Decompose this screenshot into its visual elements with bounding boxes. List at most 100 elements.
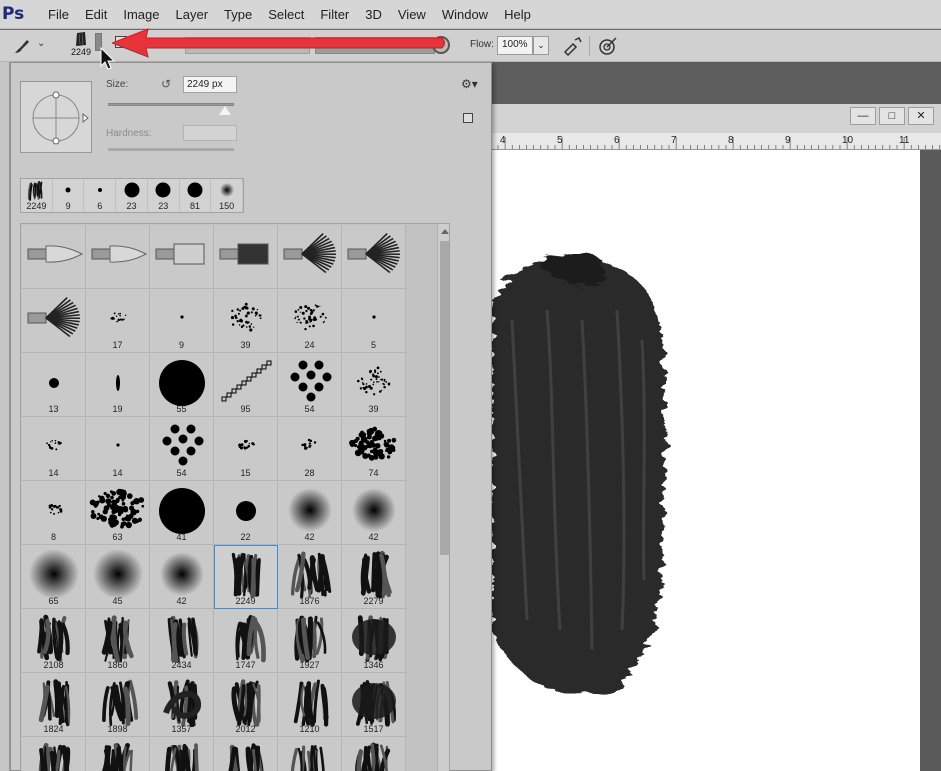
recent-brush-item[interactable]: 23 (116, 179, 148, 212)
recent-brush-item[interactable]: 2249 (21, 179, 53, 212)
chevron-down-icon[interactable]: ⌄ (37, 38, 45, 49)
brush-preset-item[interactable]: 1747 (214, 609, 278, 673)
brush-preset-item[interactable]: 24 (278, 289, 342, 353)
menu-file[interactable]: File (40, 7, 77, 22)
ruler-label: 11 (899, 135, 910, 146)
brush-thumbnail (290, 360, 332, 402)
brush-preset-item[interactable] (150, 225, 214, 289)
minimize-button[interactable]: — (850, 107, 876, 125)
brush-preset-item[interactable] (22, 225, 86, 289)
brush-preset-item[interactable]: 14 (86, 417, 150, 481)
brush-preset-item[interactable]: 22 (214, 481, 278, 545)
brush-preset-item[interactable]: 42 (150, 545, 214, 609)
brush-preset-item[interactable]: 74 (342, 417, 406, 481)
recent-brush-item[interactable]: 81 (180, 179, 212, 212)
scrollbar[interactable] (437, 224, 449, 771)
brush-preset-item[interactable]: 9 (150, 289, 214, 353)
menu-window[interactable]: Window (434, 7, 496, 22)
brush-preset-item[interactable] (22, 289, 86, 353)
brush-preset-item[interactable]: 65 (22, 545, 86, 609)
size-slider-thumb[interactable] (219, 106, 232, 115)
brush-preset-item[interactable]: 17 (86, 289, 150, 353)
brush-preset-item[interactable]: 2012 (214, 673, 278, 737)
brush-preset-item[interactable]: 13 (22, 353, 86, 417)
scroll-up-icon[interactable] (441, 229, 449, 234)
menu-select[interactable]: Select (260, 7, 312, 22)
brush-preset-item[interactable]: 39 (214, 289, 278, 353)
menu-layer[interactable]: Layer (168, 7, 217, 22)
menu-view[interactable]: View (390, 7, 434, 22)
hardness-input[interactable] (183, 125, 237, 141)
brush-preset-item[interactable]: 28 (278, 417, 342, 481)
brush-size-label: 1747 (235, 660, 256, 670)
brush-preset-item[interactable]: 15 (214, 417, 278, 481)
brush-preset-picker-button[interactable]: 2249 (68, 31, 94, 61)
brush-preset-item[interactable] (278, 225, 342, 289)
brush-preset-item[interactable]: 1898 (86, 673, 150, 737)
brush-preset-item[interactable] (278, 737, 342, 771)
menu-filter[interactable]: Filter (312, 7, 357, 22)
brush-preset-item[interactable]: 45 (86, 545, 150, 609)
menu-image[interactable]: Image (115, 7, 167, 22)
brush-preset-item[interactable]: 42 (278, 481, 342, 545)
brush-preset-item[interactable] (214, 737, 278, 771)
brush-preset-item[interactable] (214, 225, 278, 289)
size-input[interactable]: 2249 px (183, 76, 237, 93)
size-slider-track[interactable] (108, 103, 234, 106)
recent-brush-item[interactable]: 150 (211, 179, 244, 212)
document-window: — □ ✕ 4 5 6 7 8 9 10 11 (492, 104, 941, 771)
brush-preset-item[interactable] (86, 225, 150, 289)
brush-preset-item[interactable]: 5 (342, 289, 406, 353)
brush-preset-item[interactable]: 1357 (150, 673, 214, 737)
new-preset-icon[interactable] (463, 113, 473, 123)
gear-icon[interactable]: ⚙▾ (461, 77, 478, 91)
menu-type[interactable]: Type (216, 7, 260, 22)
brush-preset-item[interactable] (342, 225, 406, 289)
brush-preset-item[interactable]: 2434 (150, 609, 214, 673)
brush-preset-item[interactable]: 1876 (278, 545, 342, 609)
recent-brush-item[interactable]: 6 (84, 179, 117, 212)
brush-preset-item[interactable]: 55 (150, 353, 214, 417)
brush-tool-icon[interactable] (12, 37, 32, 55)
scrollbar-thumb[interactable] (440, 241, 449, 555)
brush-preset-item[interactable]: 39 (342, 353, 406, 417)
brush-preset-item[interactable] (342, 737, 406, 771)
chevron-down-icon[interactable]: ⌄ (533, 36, 549, 55)
document-canvas[interactable] (492, 150, 920, 771)
brush-preset-item[interactable]: 41 (150, 481, 214, 545)
brush-preset-item[interactable]: 1927 (278, 609, 342, 673)
brush-preset-item[interactable]: 8 (22, 481, 86, 545)
brush-angle-roundness-preview[interactable] (20, 81, 92, 153)
brush-preset-item[interactable]: 2279 (342, 545, 406, 609)
brush-preset-item[interactable]: 63 (86, 481, 150, 545)
menu-edit[interactable]: Edit (77, 7, 115, 22)
brush-preset-item[interactable]: 42 (342, 481, 406, 545)
flow-input[interactable]: 100% (497, 36, 533, 55)
brush-preset-item[interactable] (150, 737, 214, 771)
brush-preset-item[interactable] (22, 737, 86, 771)
maximize-button[interactable]: □ (879, 107, 905, 125)
brush-preset-item[interactable]: 1860 (86, 609, 150, 673)
brush-preset-item[interactable]: 1210 (278, 673, 342, 737)
hardness-slider-track[interactable] (108, 148, 234, 151)
brush-preset-item[interactable]: 2108 (22, 609, 86, 673)
brush-preset-item[interactable]: 1824 (22, 673, 86, 737)
menu-3d[interactable]: 3D (357, 7, 390, 22)
brush-preset-item[interactable]: 1346 (342, 609, 406, 673)
brush-preset-item[interactable]: 54 (278, 353, 342, 417)
recent-brush-item[interactable]: 23 (148, 179, 180, 212)
pressure-size-icon[interactable] (598, 36, 618, 56)
close-button[interactable]: ✕ (908, 107, 934, 125)
airbrush-icon[interactable] (561, 36, 583, 57)
reset-size-icon[interactable]: ↺ (161, 77, 175, 91)
brush-tip-shape (159, 488, 205, 534)
brush-preset-item[interactable]: 2249 (214, 545, 278, 609)
brush-preset-item[interactable]: 54 (150, 417, 214, 481)
brush-preset-item[interactable]: 19 (86, 353, 150, 417)
brush-preset-item[interactable]: 95 (214, 353, 278, 417)
brush-preset-item[interactable]: 14 (22, 417, 86, 481)
menu-help[interactable]: Help (496, 7, 539, 22)
recent-brush-item[interactable]: 9 (53, 179, 85, 212)
brush-preset-item[interactable] (86, 737, 150, 771)
brush-preset-item[interactable]: 1517 (342, 673, 406, 737)
